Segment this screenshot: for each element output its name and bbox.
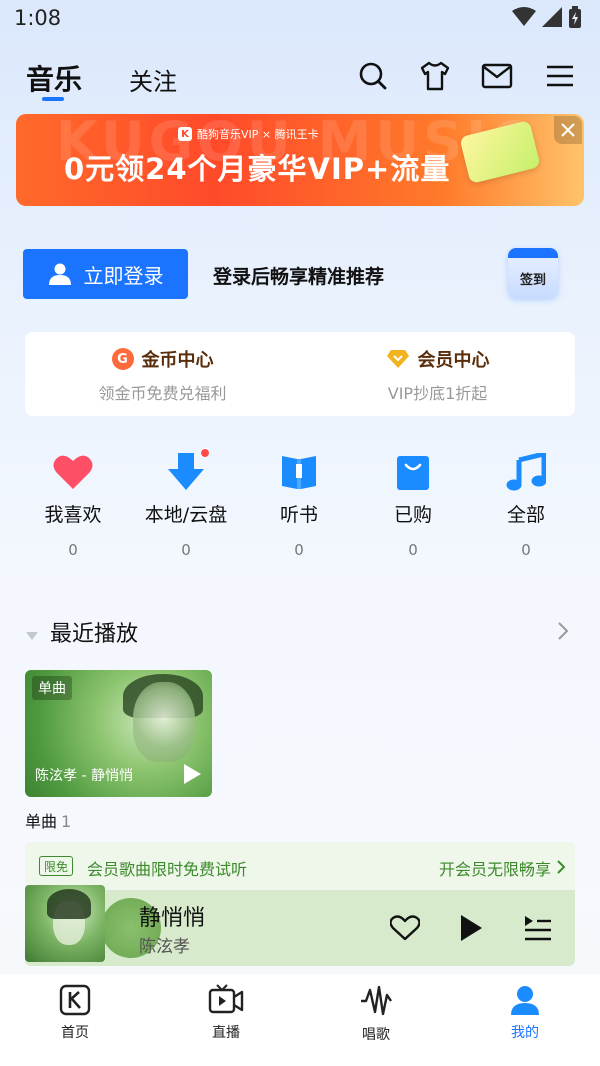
- search-icon[interactable]: [357, 60, 389, 92]
- nav-label: 直播: [212, 1025, 240, 1041]
- playlist-icon[interactable]: [522, 912, 554, 944]
- login-hint: 登录后畅享精准推荐: [213, 266, 385, 288]
- nav-label: 首页: [61, 1025, 89, 1041]
- nav-home[interactable]: 首页: [35, 984, 115, 1042]
- music-note-icon: [506, 453, 546, 491]
- nav-sing[interactable]: 唱歌: [336, 984, 416, 1044]
- entry-label: 已购: [393, 504, 432, 526]
- signal-icon: [542, 7, 562, 27]
- entry-audiobooks[interactable]: 听书 0: [244, 452, 354, 559]
- nav-mine[interactable]: 我的: [485, 984, 565, 1042]
- calendar-icon: [508, 248, 558, 258]
- tab-music[interactable]: 音乐: [26, 58, 82, 98]
- login-button-label: 立即登录: [83, 263, 164, 288]
- coin-center[interactable]: G 金币中心 领金币免费兑福利: [25, 332, 300, 416]
- album-tag: 单曲: [32, 676, 72, 700]
- nav-label: 唱歌: [362, 1027, 390, 1043]
- album-caption: 陈泫孝 - 静悄悄: [35, 768, 133, 784]
- menu-icon[interactable]: [544, 60, 576, 92]
- vip-center-subtitle: VIP抄底1折起: [387, 384, 488, 403]
- entry-count: 0: [408, 541, 418, 559]
- promo-banner[interactable]: KUGOU MUSIC K 酷狗音乐VIP × 腾讯王卡 0元领24个月豪华VI…: [16, 114, 584, 206]
- song-title: 静悄悄: [139, 906, 206, 931]
- profile-icon: [511, 986, 539, 1015]
- album-count: 1: [61, 812, 72, 831]
- banner-brand: K 酷狗音乐VIP × 腾讯王卡: [178, 126, 319, 142]
- coin-center-title: 金币中心: [141, 350, 214, 371]
- banner-title: 0元领24个月豪华VIP+流量: [64, 152, 451, 186]
- recent-album-card[interactable]: 单曲 陈泫孝 - 静悄悄: [25, 670, 212, 797]
- battery-icon: [569, 6, 581, 28]
- diamond-icon: [386, 350, 409, 368]
- shopping-bag-icon: [397, 456, 429, 490]
- vip-center[interactable]: 会员中心 VIP抄底1折起: [300, 332, 575, 416]
- album-art-face: [133, 682, 195, 762]
- signin-label: 签到: [519, 273, 546, 288]
- wifi-icon: [512, 7, 536, 26]
- entry-label: 全部: [506, 504, 545, 526]
- notification-dot: [200, 448, 210, 458]
- skin-shirt-icon[interactable]: [419, 60, 451, 92]
- nav-live[interactable]: 直播: [186, 984, 266, 1042]
- play-icon[interactable]: [182, 763, 202, 789]
- trial-cta[interactable]: 开会员无限畅享: [439, 856, 551, 880]
- entry-local-cloud[interactable]: 本地/云盘 0: [131, 448, 241, 559]
- trial-badge: 限免: [39, 856, 74, 876]
- home-k-icon: [59, 984, 91, 1016]
- nav-label: 我的: [511, 1025, 539, 1041]
- entry-all[interactable]: 全部 0: [471, 452, 581, 559]
- entry-purchased[interactable]: 已购 0: [358, 452, 468, 559]
- live-video-icon: [208, 984, 244, 1014]
- status-icons: [512, 6, 582, 28]
- book-icon: [282, 456, 316, 489]
- like-heart-icon[interactable]: [389, 912, 421, 944]
- centers-card: G 金币中心 领金币免费兑福利 会员中心 VIP抄底1折起: [25, 332, 575, 416]
- entry-label: 我喜欢: [44, 504, 102, 526]
- entry-count: 0: [294, 541, 304, 559]
- play-icon[interactable]: [455, 912, 487, 944]
- song-artist: 陈泫孝: [139, 937, 190, 957]
- entry-count: 0: [68, 541, 78, 559]
- entry-favorites[interactable]: 我喜欢 0: [18, 452, 128, 559]
- coin-center-subtitle: 领金币免费兑福利: [98, 384, 227, 403]
- album-label: 单曲 1: [25, 808, 71, 832]
- entry-count: 0: [521, 541, 531, 559]
- banner-close-icon[interactable]: [554, 116, 582, 144]
- bottom-nav: 首页 直播 唱歌 我的: [0, 974, 600, 1066]
- chevron-right-icon: [557, 859, 566, 878]
- entry-label: 本地/云盘: [144, 504, 228, 526]
- chevron-right-icon[interactable]: [557, 621, 569, 645]
- tab-follow[interactable]: 关注: [129, 62, 177, 97]
- vip-trial-strip[interactable]: 限免 会员歌曲限时免费试听 开会员无限畅享: [25, 842, 575, 890]
- login-button[interactable]: 立即登录: [23, 249, 188, 299]
- coin-icon: G: [111, 348, 134, 370]
- tab-active-indicator: [42, 97, 64, 101]
- signin-button[interactable]: 签到: [508, 248, 558, 298]
- mini-player[interactable]: [25, 890, 575, 966]
- entry-count: 0: [181, 541, 191, 559]
- album-label-text: 单曲: [25, 812, 58, 831]
- sound-wave-icon: [361, 985, 392, 1016]
- mail-icon[interactable]: [481, 60, 513, 92]
- trial-text: 会员歌曲限时免费试听: [87, 860, 248, 879]
- player-cover-art[interactable]: [25, 885, 105, 962]
- cover-hair: [47, 889, 91, 919]
- heart-icon: [53, 455, 93, 489]
- entry-label: 听书: [279, 504, 318, 526]
- user-icon: [48, 263, 71, 285]
- vip-center-title: 会员中心: [417, 350, 490, 371]
- kugou-logo-icon: K: [178, 127, 192, 141]
- banner-brand-text: 酷狗音乐VIP × 腾讯王卡: [197, 128, 319, 141]
- download-icon: [168, 453, 204, 490]
- collapse-caret-icon[interactable]: [25, 626, 39, 645]
- status-time: 1:08: [14, 6, 62, 30]
- recent-section-title[interactable]: 最近播放: [50, 616, 138, 648]
